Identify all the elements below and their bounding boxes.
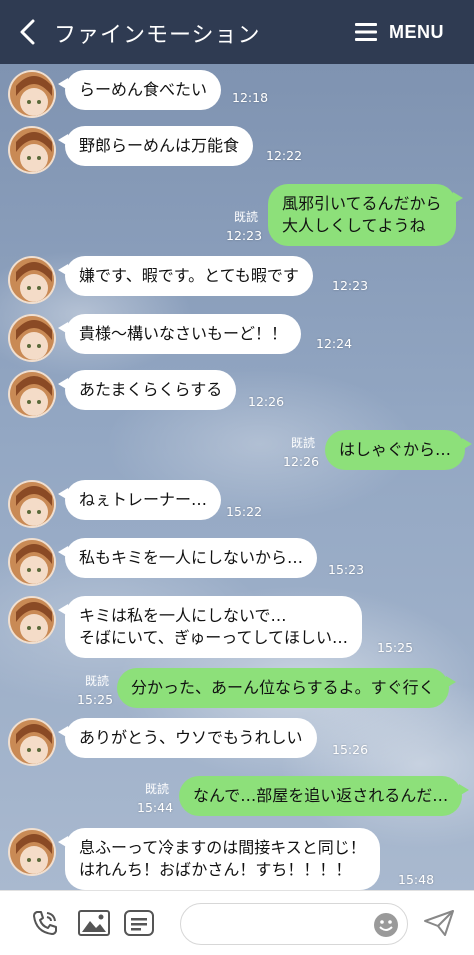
- smiley-icon[interactable]: [373, 912, 399, 938]
- image-icon: [78, 910, 110, 936]
- chat-title: ファインモーション: [54, 23, 261, 48]
- message-time: 15:44: [137, 800, 174, 815]
- avatar[interactable]: [8, 370, 56, 418]
- character-avatar-icon: [10, 258, 54, 302]
- message-bubble-incoming[interactable]: 息ふーって冷ますのは間接キスと同じ！ はれんち！おばかさん！すち！！！！: [58, 828, 380, 890]
- character-avatar-icon: [10, 72, 54, 116]
- message-line: キミは私を一人にしないで… そばにいて、ぎゅーってしてほしい…: [79, 606, 348, 647]
- message-bubble-incoming[interactable]: 嫌です、暇です。とても暇です: [58, 256, 313, 296]
- message-time: 12:26: [248, 394, 285, 409]
- character-avatar-icon: [10, 720, 54, 764]
- avatar[interactable]: [8, 314, 56, 362]
- message-bubble-incoming[interactable]: あたまくらくらする: [57, 370, 237, 410]
- read-receipt: 既読: [85, 674, 110, 688]
- message-line: 風邪引いてるんだから 大人しくしてようね: [282, 194, 442, 235]
- message-bubble-incoming[interactable]: 野郎らーめんは万能食: [57, 126, 254, 166]
- send-icon: [424, 910, 454, 936]
- avatar[interactable]: [8, 718, 56, 766]
- message-time: 15:26: [332, 742, 369, 757]
- character-avatar-icon: [10, 128, 54, 172]
- read-receipt: 既読: [291, 436, 316, 450]
- character-avatar-icon: [10, 372, 54, 416]
- menu-label: MENU: [389, 21, 444, 42]
- hamburger-icon: [355, 23, 377, 41]
- keyboard-icon: [124, 910, 154, 936]
- message-time: 15:23: [328, 562, 365, 577]
- message-bubble-incoming[interactable]: 私もキミを一人にしないから…: [57, 538, 318, 578]
- avatar[interactable]: [8, 70, 56, 118]
- back-button[interactable]: [10, 14, 46, 50]
- header-bar: ファインモーション MENU: [0, 0, 474, 64]
- message-bubble-incoming[interactable]: キミは私を一人にしないで… そばにいて、ぎゅーってしてほしい…: [58, 596, 362, 658]
- message-time: 12:24: [316, 336, 353, 351]
- phone-icon: [33, 911, 57, 935]
- message-bubble-incoming[interactable]: らーめん食べたい: [57, 70, 222, 110]
- message-bubble-outgoing[interactable]: はしゃぐから…: [325, 430, 473, 470]
- message-time: 12:23: [226, 228, 263, 243]
- send-button[interactable]: [422, 907, 456, 939]
- avatar[interactable]: [8, 596, 56, 644]
- call-button[interactable]: [28, 907, 62, 939]
- message-line: 息ふーって冷ますのは間接キスと同じ！ はれんち！おばかさん！すち！！！！: [79, 838, 366, 879]
- read-receipt: 既読: [145, 782, 170, 796]
- message-bubble-outgoing[interactable]: 分かった、あーん位ならするよ。すぐ行く: [117, 668, 456, 708]
- message-bubble-outgoing[interactable]: なんで…部屋を追い返されるんだ…: [179, 776, 470, 816]
- read-receipt: 既読: [234, 210, 259, 224]
- chat-area[interactable]: らーめん食べたい 12:18 野郎らーめんは万能食 12:22 風邪引いてるんだ…: [0, 64, 474, 890]
- message-bubble-incoming[interactable]: 貴様〜構いなさいもーど！！: [57, 314, 302, 354]
- character-avatar-icon: [10, 598, 54, 642]
- menu-button[interactable]: MENU: [355, 18, 444, 46]
- character-avatar-icon: [10, 482, 54, 526]
- avatar[interactable]: [8, 256, 56, 304]
- message-bubble-incoming[interactable]: ねぇトレーナー…: [57, 480, 222, 520]
- character-avatar-icon: [10, 540, 54, 584]
- message-time: 15:25: [77, 692, 114, 707]
- message-bubble-incoming[interactable]: ありがとう、ウソでもうれしい: [58, 718, 317, 758]
- message-time: 12:18: [232, 90, 269, 105]
- message-input[interactable]: [180, 903, 408, 945]
- message-time: 12:22: [266, 148, 303, 163]
- keyboard-button[interactable]: [122, 907, 156, 939]
- image-button[interactable]: [76, 907, 112, 939]
- avatar[interactable]: [8, 828, 56, 876]
- message-time: 15:48: [398, 872, 435, 887]
- message-time: 15:25: [377, 640, 414, 655]
- avatar[interactable]: [8, 126, 56, 174]
- character-avatar-icon: [10, 316, 54, 360]
- message-time: 12:26: [283, 454, 320, 469]
- message-time: 12:23: [332, 278, 369, 293]
- avatar[interactable]: [8, 480, 56, 528]
- input-toolbar: [0, 890, 474, 955]
- message-bubble-outgoing[interactable]: 風邪引いてるんだから 大人しくしてようね: [268, 184, 463, 246]
- message-time: 15:22: [226, 504, 263, 519]
- character-avatar-icon: [10, 830, 54, 874]
- avatar[interactable]: [8, 538, 56, 586]
- chevron-left-icon: [20, 19, 35, 45]
